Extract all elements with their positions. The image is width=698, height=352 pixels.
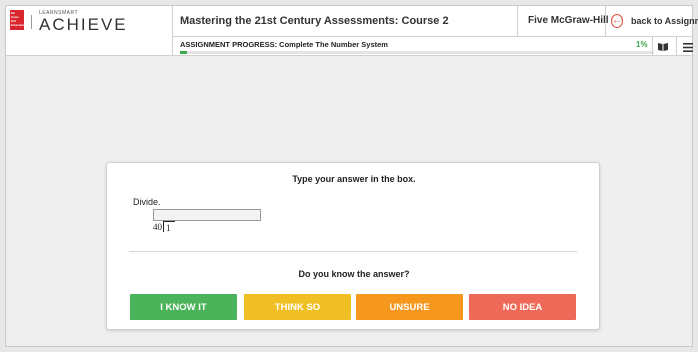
- question-prompt: Divide.: [133, 197, 161, 207]
- think-so-button[interactable]: THINK SO: [244, 294, 351, 320]
- progress-bar-fill: [180, 51, 188, 54]
- question-card: Type your answer in the box. Divide. 40 …: [106, 162, 600, 330]
- arrow-left-icon: ←: [611, 14, 623, 28]
- header-divider: [172, 6, 173, 56]
- confidence-question: Do you know the answer?: [298, 269, 410, 279]
- unsure-button[interactable]: UNSURE: [356, 294, 463, 320]
- header-divider: [652, 37, 653, 56]
- divisor: 40: [153, 222, 162, 232]
- back-button-label: back to Assignments: [631, 16, 698, 26]
- back-to-assignments-button[interactable]: ← back to Assignments: [605, 6, 698, 36]
- no-idea-button[interactable]: NO IDEA: [469, 294, 576, 320]
- i-know-it-button[interactable]: I KNOW IT: [130, 294, 237, 320]
- brand-divider: [31, 15, 32, 29]
- progress-percent: 1%: [636, 40, 648, 49]
- book-icon[interactable]: [657, 42, 669, 52]
- top-header: Mc Graw Hill Education LEARNSMART ACHIEV…: [6, 6, 698, 56]
- card-divider: [129, 251, 577, 252]
- menu-icon[interactable]: [683, 43, 693, 52]
- course-title: Mastering the 21st Century Assessments: …: [180, 15, 449, 27]
- brand-logo-text: ACHIEVE: [39, 15, 128, 34]
- dividend: 1: [163, 221, 175, 233]
- user-name[interactable]: Five McGraw-Hill: [528, 15, 609, 26]
- answer-input[interactable]: [153, 209, 261, 221]
- mcgraw-hill-logo: Mc Graw Hill Education: [10, 10, 26, 30]
- brand-area: Mc Graw Hill Education LEARNSMART ACHIEV…: [6, 6, 172, 36]
- header-divider: [676, 37, 677, 56]
- app-window: Mc Graw Hill Education LEARNSMART ACHIEV…: [5, 5, 698, 347]
- app-frame: Mc Graw Hill Education LEARNSMART ACHIEV…: [0, 0, 698, 352]
- long-division-expression: 40 1: [153, 221, 175, 233]
- progress-bar: [180, 51, 654, 54]
- assignment-progress-label: ASSIGNMENT PROGRESS: Complete The Number…: [180, 40, 388, 49]
- question-instruction: Type your answer in the box.: [292, 174, 416, 184]
- header-row-divider: [172, 36, 692, 37]
- header-divider: [517, 6, 518, 36]
